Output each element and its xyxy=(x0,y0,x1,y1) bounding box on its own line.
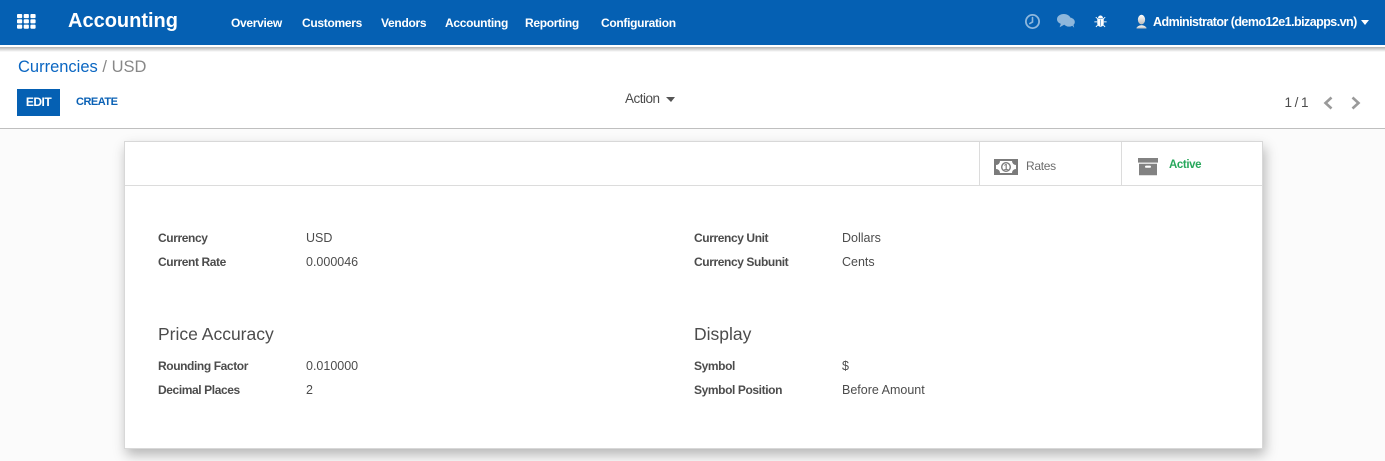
svg-text:1: 1 xyxy=(1004,162,1009,172)
